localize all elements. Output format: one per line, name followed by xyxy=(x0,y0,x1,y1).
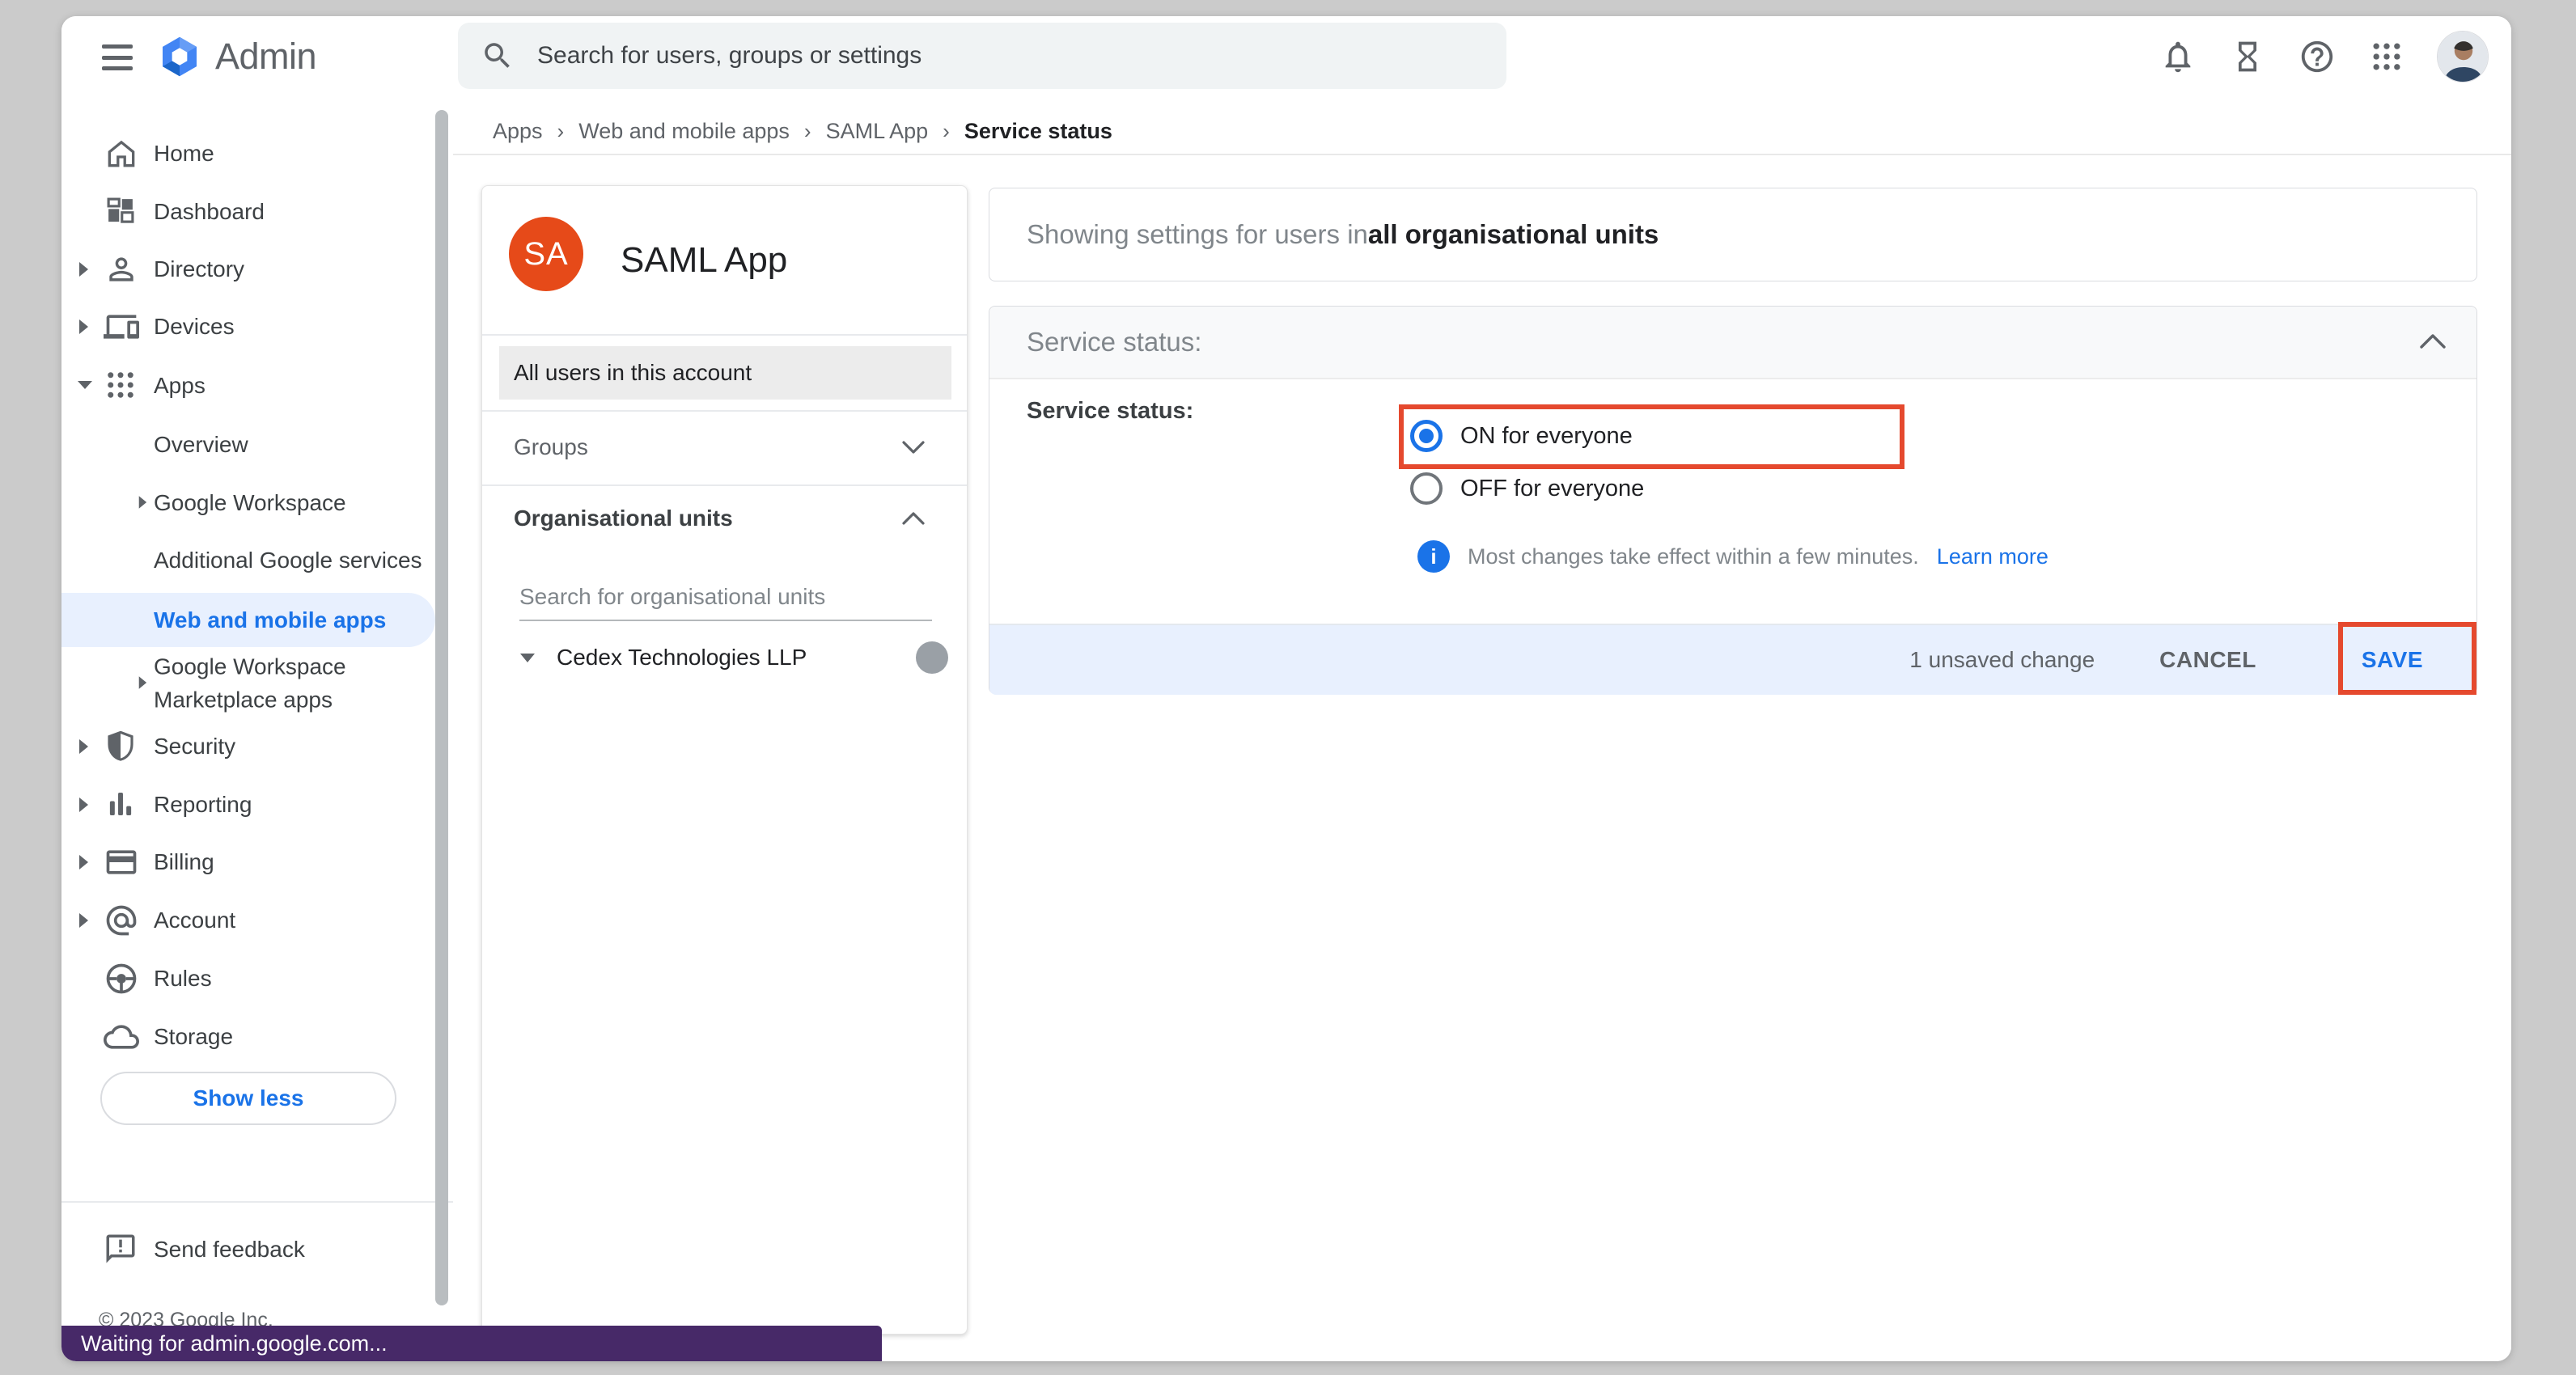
sidebar-item-overview[interactable]: Overview xyxy=(61,416,453,474)
breadcrumb-separator-icon: › xyxy=(557,119,565,144)
search-placeholder: Search for users, groups or settings xyxy=(537,42,922,70)
sidebar-item-rules[interactable]: Rules xyxy=(61,950,453,1008)
app-avatar: SA xyxy=(509,217,583,291)
breadcrumb-separator-icon: › xyxy=(943,119,950,144)
person-icon xyxy=(104,252,139,287)
bar-chart-icon xyxy=(104,787,139,823)
steering-wheel-icon xyxy=(104,961,139,996)
google-apps-grid-icon[interactable] xyxy=(2367,37,2406,76)
devices-icon xyxy=(104,309,139,345)
sidebar-item-dashboard[interactable]: Dashboard xyxy=(61,183,453,241)
home-icon xyxy=(104,136,139,171)
sidebar-item-storage[interactable]: Storage xyxy=(61,1008,453,1066)
section-title: Service status: xyxy=(1027,307,1201,378)
credit-card-icon xyxy=(104,844,139,880)
learn-more-link[interactable]: Learn more xyxy=(1937,544,2049,569)
cancel-button[interactable]: CANCEL xyxy=(2159,647,2256,673)
account-avatar[interactable] xyxy=(2437,31,2489,82)
org-unit-search-input[interactable]: Search for organisational units xyxy=(519,574,825,620)
sidebar-item-google-workspace[interactable]: Google Workspace xyxy=(61,474,453,532)
menu-icon[interactable] xyxy=(102,44,133,70)
chevron-up-icon xyxy=(901,511,926,526)
save-button[interactable]: SAVE xyxy=(2362,647,2423,673)
admin-hexagon-icon xyxy=(157,34,202,79)
sidebar-item-gw-marketplace-apps[interactable]: Google Workspace Marketplace apps xyxy=(61,638,453,729)
sidebar-item-reporting[interactable]: Reporting xyxy=(61,776,453,834)
sidebar-item-account[interactable]: Account xyxy=(61,891,453,950)
collapse-chevron-up-icon[interactable] xyxy=(2418,332,2447,350)
dashboard-icon xyxy=(104,194,139,230)
app-title: SAML App xyxy=(621,186,787,334)
help-icon[interactable] xyxy=(2298,37,2337,76)
expand-caret-icon[interactable] xyxy=(78,739,89,754)
expand-caret-icon[interactable] xyxy=(78,798,89,812)
radio-option-on[interactable]: ON for everyone xyxy=(1410,410,1633,462)
sidebar-item-directory[interactable]: Directory xyxy=(61,240,453,298)
shield-icon xyxy=(104,729,139,764)
topbar: Admin Search for users, groups or settin… xyxy=(61,16,2511,107)
feedback-icon xyxy=(104,1232,139,1267)
sidebar-item-apps[interactable]: Apps xyxy=(61,357,453,415)
main-content: Apps › Web and mobile apps › SAML App › … xyxy=(453,107,2511,1361)
org-unit-tree-item[interactable]: Cedex Technologies LLP xyxy=(519,631,807,684)
breadcrumb-separator-icon: › xyxy=(804,119,811,144)
search-underline xyxy=(519,620,932,621)
org-unit-status-dot xyxy=(916,641,948,674)
breadcrumb-saml-app[interactable]: SAML App xyxy=(826,119,929,144)
breadcrumb-web-and-mobile-apps[interactable]: Web and mobile apps xyxy=(578,119,790,144)
sidebar-scrollbar[interactable] xyxy=(435,110,448,1305)
expand-caret-icon[interactable] xyxy=(78,262,89,277)
sidebar-item-devices[interactable]: Devices xyxy=(61,298,453,356)
all-users-item[interactable]: All users in this account xyxy=(499,346,951,400)
info-icon: i xyxy=(1417,540,1450,573)
breadcrumb-current: Service status xyxy=(964,119,1112,144)
at-sign-icon xyxy=(104,903,139,938)
sidebar-item-home[interactable]: Home xyxy=(61,125,453,183)
expand-caret-icon[interactable] xyxy=(78,319,89,334)
radio-option-off[interactable]: OFF for everyone xyxy=(1410,463,1644,514)
browser-status-bar: Waiting for admin.google.com... xyxy=(61,1326,882,1361)
org-units-section-toggle[interactable]: Organisational units xyxy=(482,484,967,552)
sidebar: Home Dashboard xyxy=(61,107,453,1361)
radio-selected-icon[interactable] xyxy=(1410,420,1443,452)
divider xyxy=(482,334,967,336)
send-feedback-item[interactable]: Send feedback xyxy=(61,1221,453,1279)
chevron-down-icon xyxy=(901,440,926,455)
radio-unselected-icon[interactable] xyxy=(1410,472,1443,505)
expand-caret-icon[interactable] xyxy=(78,855,89,869)
breadcrumb: Apps › Web and mobile apps › SAML App › … xyxy=(493,109,1112,154)
groups-section-toggle[interactable]: Groups xyxy=(482,410,967,484)
cloud-icon xyxy=(104,1019,139,1055)
search-icon xyxy=(481,39,515,73)
scope-banner: Showing settings for users in all organi… xyxy=(989,188,2477,281)
app-scope-panel: SA SAML App All users in this account Gr… xyxy=(481,185,968,1335)
admin-logo: Admin xyxy=(157,16,316,97)
sidebar-divider xyxy=(61,1201,453,1203)
service-status-header[interactable]: Service status: xyxy=(989,307,2476,379)
field-label: Service status: xyxy=(1027,384,1193,438)
tree-caret-down-icon[interactable] xyxy=(519,652,536,663)
topbar-actions xyxy=(2159,16,2489,97)
pending-tasks-icon[interactable] xyxy=(2228,37,2267,76)
product-name: Admin xyxy=(215,36,316,78)
unsaved-changes-text: 1 unsaved change xyxy=(1909,647,2095,673)
expand-caret-icon[interactable] xyxy=(138,496,149,510)
sidebar-item-security[interactable]: Security xyxy=(61,717,453,776)
notifications-icon[interactable] xyxy=(2159,37,2197,76)
browser-window: Admin Search for users, groups or settin… xyxy=(61,16,2511,1361)
show-less-button[interactable]: Show less xyxy=(100,1072,396,1125)
collapse-caret-icon[interactable] xyxy=(78,379,89,393)
search-input[interactable]: Search for users, groups or settings xyxy=(458,23,1506,89)
breadcrumb-divider xyxy=(453,154,2511,155)
save-bar: 1 unsaved change CANCEL SAVE xyxy=(989,624,2476,695)
apps-icon xyxy=(104,368,139,404)
sidebar-item-billing[interactable]: Billing xyxy=(61,833,453,891)
sidebar-item-additional-google-services[interactable]: Additional Google services xyxy=(61,531,453,590)
breadcrumb-apps[interactable]: Apps xyxy=(493,119,543,144)
service-status-card: Service status: Service status: ON for e… xyxy=(989,306,2477,694)
expand-caret-icon[interactable] xyxy=(138,676,149,691)
info-note: i Most changes take effect within a few … xyxy=(1417,539,2049,574)
expand-caret-icon[interactable] xyxy=(78,913,89,928)
